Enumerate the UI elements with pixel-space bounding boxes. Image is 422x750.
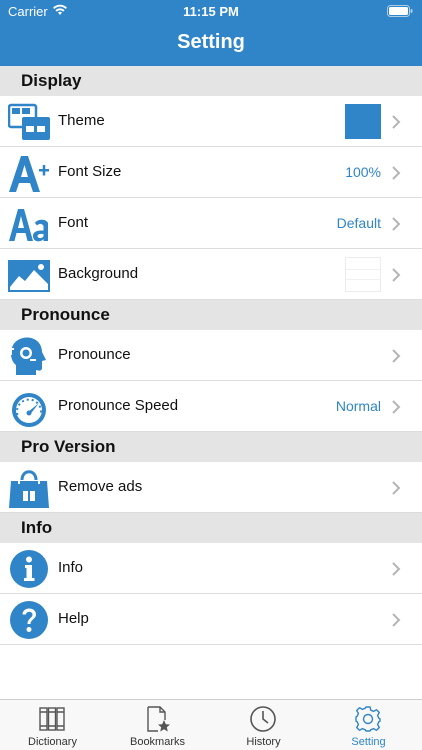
help-label: Help [58, 610, 89, 627]
chevron-right-icon [392, 349, 401, 363]
section-header-pro-version: Pro Version [0, 432, 422, 462]
font-value: Default [336, 215, 381, 231]
section-title: Info [21, 518, 53, 537]
section-header-pronounce: Pronounce [0, 300, 422, 330]
theme-row[interactable]: Theme [0, 96, 422, 147]
speaking-head-icon [10, 337, 46, 375]
navigation-header: Carrier 11:15 PM Setting [0, 0, 422, 66]
gear-icon [355, 706, 381, 732]
help-question-icon [10, 601, 48, 639]
tab-setting[interactable]: Setting [316, 700, 421, 750]
chevron-right-icon [392, 268, 401, 282]
tab-label: Dictionary [28, 736, 77, 748]
chevron-right-icon [392, 562, 401, 576]
background-image-icon [8, 260, 50, 292]
chevron-right-icon [392, 217, 401, 231]
speedometer-icon [12, 393, 46, 427]
tab-dictionary[interactable]: Dictionary [0, 700, 105, 750]
chevron-right-icon [392, 613, 401, 627]
tab-label: Setting [351, 736, 386, 748]
page-title: Setting [177, 31, 245, 53]
pronounce-speed-value: Normal [335, 398, 381, 414]
section-title: Pro Version [21, 437, 116, 456]
font-size-label: Font Size [58, 163, 122, 180]
tab-label: Bookmarks [129, 736, 186, 748]
font-label: Font [58, 214, 89, 231]
chevron-right-icon [392, 481, 401, 495]
font-size-icon [9, 156, 49, 192]
background-swatch [345, 257, 381, 292]
tab-history[interactable]: History [211, 700, 316, 750]
section-title: Pronounce [21, 305, 110, 324]
battery-icon [387, 5, 413, 17]
theme-label: Theme [58, 112, 105, 129]
help-row[interactable]: Help [0, 594, 422, 645]
bookmark-star-icon [147, 706, 170, 732]
shopping-bag-icon [9, 470, 49, 508]
chevron-right-icon [392, 115, 401, 129]
info-label: Info [58, 559, 84, 576]
background-label: Background [58, 265, 139, 282]
status-time: 11:15 PM [183, 4, 239, 19]
font-size-row[interactable]: Font Size 100% [0, 147, 422, 198]
status-bar: Carrier 11:15 PM [0, 0, 422, 22]
section-header-info: Info [0, 513, 422, 543]
font-row[interactable]: Font Default [0, 198, 422, 249]
font-icon [9, 209, 48, 242]
theme-color-swatch [345, 104, 381, 139]
pronounce-row[interactable]: Pronounce [0, 330, 422, 381]
tab-bookmarks[interactable]: Bookmarks [105, 700, 210, 750]
info-row[interactable]: Info [0, 543, 422, 594]
pronounce-label: Pronounce [58, 346, 131, 363]
books-icon [39, 707, 65, 731]
tab-label: History [246, 736, 281, 748]
pronounce-speed-label: Pronounce Speed [58, 397, 179, 414]
clock-icon [250, 706, 276, 732]
pronounce-speed-row[interactable]: Pronounce Speed Normal [0, 381, 422, 432]
font-size-value: 100% [345, 164, 381, 180]
chevron-right-icon [392, 400, 401, 414]
info-icon [10, 550, 48, 588]
section-header-display: Display [0, 66, 422, 96]
section-title: Display [21, 71, 82, 90]
background-row[interactable]: Background [0, 249, 422, 300]
remove-ads-row[interactable]: Remove ads [0, 462, 422, 513]
remove-ads-label: Remove ads [58, 478, 143, 495]
theme-icon [8, 103, 50, 140]
chevron-right-icon [392, 166, 401, 180]
tab-bar: Dictionary Bookmarks History Setting [0, 699, 422, 750]
